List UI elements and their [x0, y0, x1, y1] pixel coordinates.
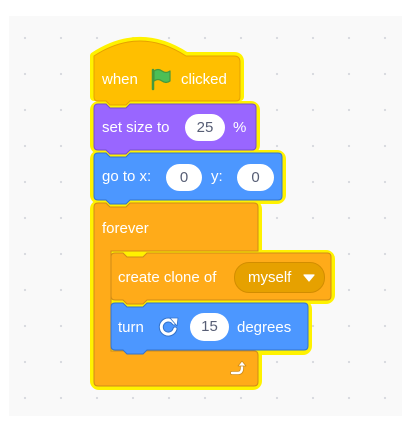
forever-label: forever: [102, 220, 149, 237]
when-label: when: [102, 71, 138, 88]
clicked-label: clicked: [181, 71, 227, 88]
set-size-label: set size to: [102, 119, 170, 136]
go-to-x-label: go to x:: [102, 168, 152, 185]
degrees-label: degrees: [237, 319, 292, 336]
x-input[interactable]: 0: [166, 164, 202, 191]
size-input[interactable]: 25: [185, 114, 225, 141]
y-label: y:: [211, 168, 223, 185]
degrees-input[interactable]: 15: [190, 313, 229, 341]
turn-label: turn: [118, 319, 144, 336]
script-stack: when clicked set size to 25 % go to x: 0…: [0, 0, 411, 421]
create-clone-label: create clone of: [118, 269, 217, 286]
script-block-shapes: [90, 37, 335, 390]
clone-target-dropdown[interactable]: myself: [234, 262, 325, 293]
clone-target-value: myself: [248, 269, 292, 286]
percent-label: %: [233, 119, 247, 136]
y-input[interactable]: 0: [237, 164, 274, 191]
